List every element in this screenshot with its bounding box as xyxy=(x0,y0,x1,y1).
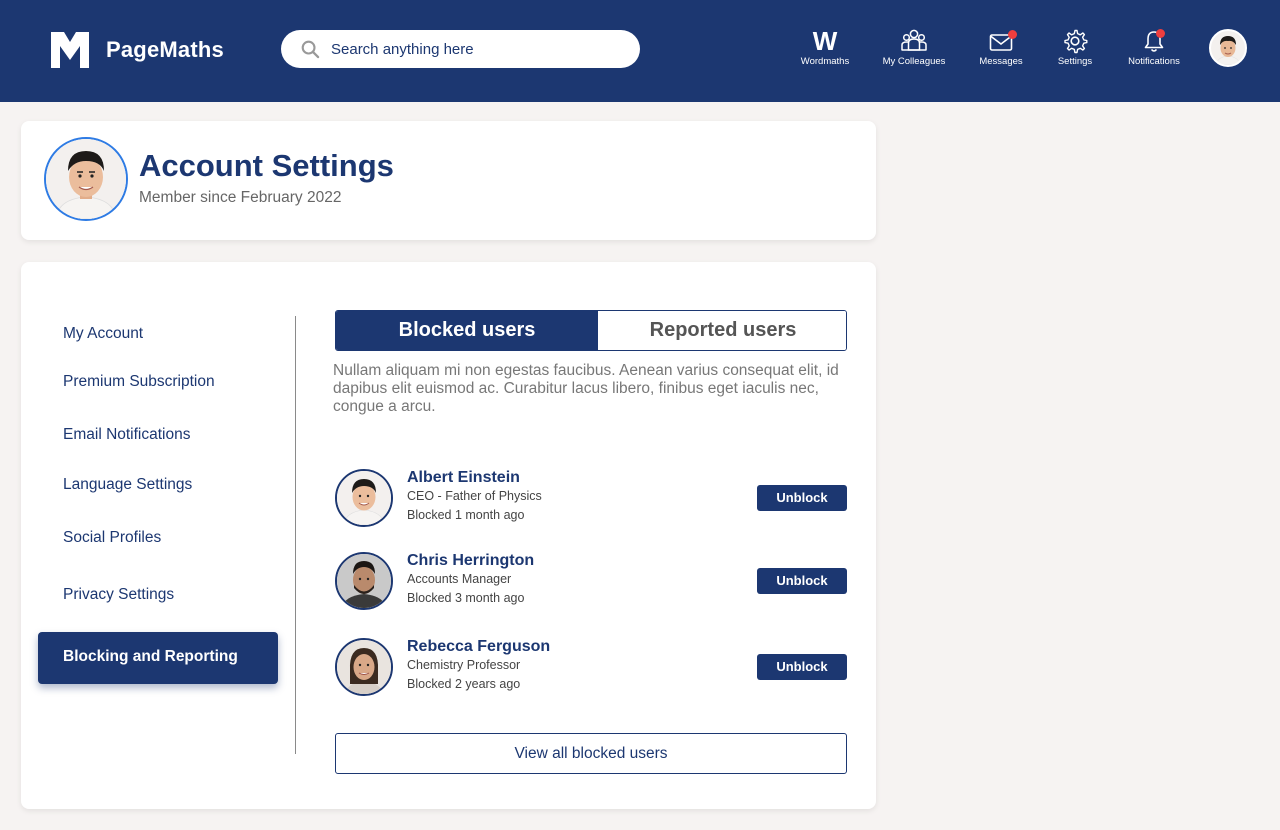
messages-badge xyxy=(1008,30,1017,39)
search-bar[interactable]: Search anything here xyxy=(281,30,640,68)
search-input[interactable]: Search anything here xyxy=(331,41,474,58)
settings-panel: My Account Premium Subscription Email No… xyxy=(21,262,876,809)
menu-item-language-settings[interactable]: Language Settings xyxy=(63,476,192,494)
profile-header-card: Account Settings Member since February 2… xyxy=(21,121,876,240)
menu-item-blocking-and-reporting[interactable]: Blocking and Reporting xyxy=(38,632,278,684)
profile-avatar[interactable] xyxy=(44,137,128,221)
user-avatar[interactable] xyxy=(1209,29,1247,67)
nav-messages[interactable]: Messages xyxy=(974,28,1028,72)
colleagues-icon xyxy=(901,29,927,51)
blocked-time: Blocked 1 month ago xyxy=(407,508,525,522)
gear-icon xyxy=(1064,29,1088,54)
user-name[interactable]: Chris Herrington xyxy=(407,552,534,570)
user-role: CEO - Father of Physics xyxy=(407,489,542,503)
top-navigation-bar: PageMaths Search anything here W Wordmat… xyxy=(0,0,1280,102)
user-avatar[interactable] xyxy=(335,469,393,527)
unblock-button[interactable]: Unblock xyxy=(757,654,847,680)
unblock-button[interactable]: Unblock xyxy=(757,568,847,594)
search-icon xyxy=(301,40,320,59)
user-name[interactable]: Albert Einstein xyxy=(407,469,520,487)
notifications-badge xyxy=(1156,29,1165,38)
nav-label-colleagues: My Colleagues xyxy=(882,56,946,67)
nav-label-settings: Settings xyxy=(1057,56,1093,67)
user-avatar[interactable] xyxy=(335,638,393,696)
page-title: Account Settings xyxy=(139,148,394,183)
unblock-button[interactable]: Unblock xyxy=(757,485,847,511)
wordmaths-icon: W xyxy=(812,26,838,56)
user-role: Chemistry Professor xyxy=(407,658,521,672)
menu-item-premium-subscription[interactable]: Premium Subscription xyxy=(63,373,215,391)
nav-label-messages: Messages xyxy=(979,56,1023,67)
blocked-time: Blocked 2 years ago xyxy=(407,677,521,691)
nav-notifications[interactable]: Notifications xyxy=(1123,28,1185,72)
menu-item-email-notifications[interactable]: Email Notifications xyxy=(63,426,191,444)
blocked-user-row: Chris Herrington Accounts Manager Blocke… xyxy=(335,552,847,612)
pagemaths-logo-icon[interactable] xyxy=(48,28,92,72)
member-since-text: Member since February 2022 xyxy=(139,189,342,206)
menu-item-privacy-settings[interactable]: Privacy Settings xyxy=(63,586,174,604)
nav-wordmaths[interactable]: W Wordmaths xyxy=(796,28,854,72)
nav-label-wordmaths: Wordmaths xyxy=(800,56,850,67)
blocked-user-row: Albert Einstein CEO - Father of Physics … xyxy=(335,469,847,529)
nav-label-notifications: Notifications xyxy=(1128,56,1180,67)
user-role: Accounts Manager xyxy=(407,572,512,586)
menu-item-social-profiles[interactable]: Social Profiles xyxy=(63,529,161,547)
intro-text: Nullam aliquam mi non egestas faucibus. … xyxy=(333,362,839,415)
view-all-blocked-users-button[interactable]: View all blocked users xyxy=(335,733,847,774)
user-name[interactable]: Rebecca Ferguson xyxy=(407,638,550,656)
user-avatar[interactable] xyxy=(335,552,393,610)
blocked-time: Blocked 3 month ago xyxy=(407,591,525,605)
tab-reported-users[interactable]: Reported users xyxy=(598,311,846,350)
tab-blocked-users[interactable]: Blocked users xyxy=(336,311,598,350)
menu-item-my-account[interactable]: My Account xyxy=(63,325,143,343)
nav-my-colleagues[interactable]: My Colleagues xyxy=(879,28,949,72)
menu-divider xyxy=(295,316,296,754)
tab-bar: Blocked users Reported users xyxy=(335,310,847,351)
nav-settings[interactable]: Settings xyxy=(1052,28,1098,72)
blocked-user-row: Rebecca Ferguson Chemistry Professor Blo… xyxy=(335,638,847,698)
brand-name[interactable]: PageMaths xyxy=(106,37,224,63)
